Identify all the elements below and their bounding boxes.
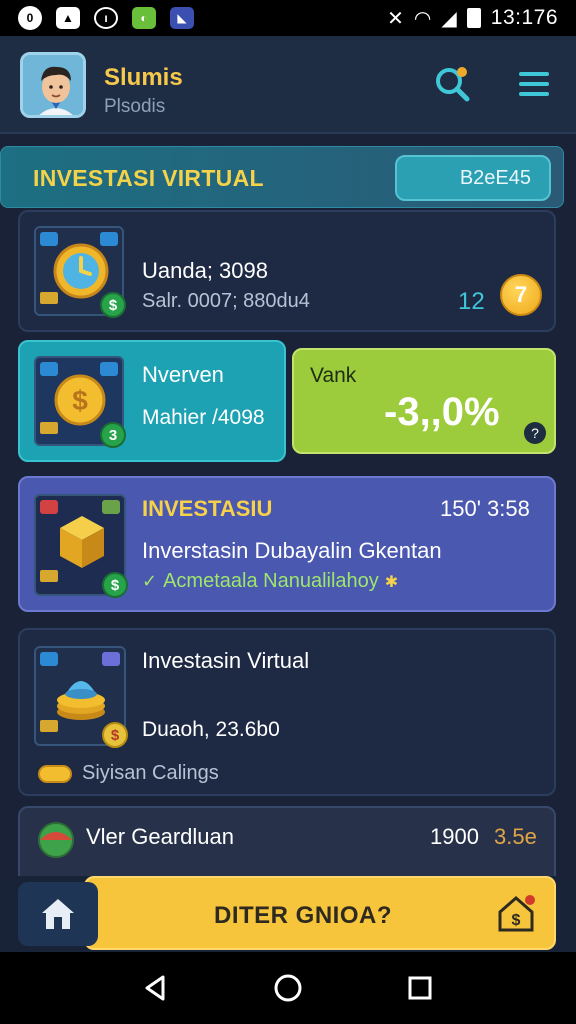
yield-card[interactable]: Vank -3,,0% ? [292,348,556,454]
card1-thumbnail: $ [34,226,126,318]
card2-thumb-mini [40,422,58,434]
coin-stack-icon [57,681,105,720]
card4-note: ✓ Acmetaala Nanualilahoy ✱ [142,570,398,593]
card1-subtitle: Salr. 0007; 880du4 [142,290,310,312]
avatar[interactable] [20,52,86,118]
recents-square-icon [408,976,432,1000]
card4-badge: $ [102,572,128,598]
card6-value: 1900 [430,824,479,849]
coins-icon [38,764,72,783]
card2-title: Nverven [142,362,224,387]
card5-footer: Siyisan Calings [38,762,219,785]
app-header: Slumis Plsodis [0,36,576,134]
app-icon-green: ◐ [132,7,156,29]
card1-thumb-mini [40,292,58,304]
card5-footer-text: Siyisan Calings [82,762,219,784]
svg-text:$: $ [512,912,521,929]
battery-icon [466,8,481,28]
section-banner: INVESTASI VIRTUAL B2eE45 [0,146,564,208]
card4-meta: 150' 3:58 [440,496,530,521]
search-button[interactable] [430,62,474,106]
globe-icon [38,822,74,858]
signal-icon: ◢ [441,7,457,30]
yield-value: -3,,0% [384,390,500,434]
investment-card-6[interactable]: Vler Geardluan 1900 3.5e [18,806,556,886]
wifi-icon: ◠ [413,7,432,30]
cta-label: DITER GNIOA? [214,902,392,929]
home-icon [42,899,74,929]
search-icon [436,67,470,102]
system-status: ✕ ◠ ◢ 13:176 [387,6,558,31]
home-nav-button[interactable] [268,968,308,1008]
menu-button[interactable] [512,64,556,104]
notification-badge-icon: 0 [18,6,42,30]
house-dollar-icon: $ [498,895,535,932]
primary-cta-button[interactable]: DITER GNIOA? $ [84,876,556,950]
bottom-action-bar: DITER GNIOA? $ [0,876,576,952]
notification-icons: 0 ▲ ı ◐ ◣ [18,6,194,30]
home-button[interactable] [18,882,98,946]
app-icon-blue: ◣ [170,7,194,29]
gold-block-icon [60,516,104,568]
back-button[interactable] [136,968,176,1008]
card2-badge: 3 [100,422,126,448]
card2-subtitle: Mahier /4098 [142,406,265,429]
card5-subtitle: Duaoh, 23.6b0 [142,718,280,741]
card4-note-text: Acmetaala Nanualilahoy [163,570,379,592]
hamburger-menu-icon [519,72,549,96]
clock-time: 13:176 [490,6,558,29]
card6-extra: 3.5e [494,824,537,849]
user-name: Slumis [104,64,183,91]
card1-title: Uanda; 3098 [142,258,268,283]
card1-dollar-badge: $ [100,292,126,318]
card5-thumbnail: $ [34,646,128,748]
card1-coin-badge: 7 [500,274,542,316]
checkmark-icon: ✓ [142,571,158,591]
user-subtitle: Plsodis [104,96,166,117]
investment-card-4[interactable]: $ INVESTASIU 150' 3:58 Inverstasin Dubay… [18,476,556,612]
clock-icon: ı [94,7,118,29]
card4-subtitle: Inverstasin Dubayalin Gkentan [142,538,442,563]
home-circle-icon [274,974,302,1002]
svg-text:$: $ [72,385,88,416]
card4-thumbnail: $ [34,494,128,598]
system-navigation-bar [0,952,576,1024]
investment-card-1[interactable]: $ Uanda; 3098 Salr. 0007; 880du4 12 7 [18,210,556,332]
banner-title: INVESTASI VIRTUAL [33,165,264,191]
card1-count: 12 [458,288,485,315]
investment-card-2[interactable]: $ 3 Nverven Mahier /4098 [18,340,286,462]
card5-badge: $ [102,722,128,748]
card6-title: Vler Geardluan [86,824,234,849]
card5-title: Investasin Virtual [142,648,310,673]
card2-thumbnail: $ 3 [34,356,126,448]
status-bar: 0 ▲ ı ◐ ◣ ✕ ◠ ◢ 13:176 [0,0,576,36]
banner-action-button[interactable]: B2eE45 [395,155,551,201]
help-icon[interactable]: ? [524,422,546,444]
card5-thumb-mini [40,720,58,732]
card4-thumb-mini [40,570,58,582]
card4-title: INVESTASIU [142,496,273,521]
back-triangle-icon [145,975,165,1001]
investment-card-5[interactable]: $ Investasin Virtual Duaoh, 23.6b0 Siyis… [18,628,556,796]
recents-button[interactable] [400,968,440,1008]
avatar-image [23,55,83,115]
yield-label: Vank [310,364,357,387]
mute-icon: ✕ [387,7,404,30]
star-icon: ✱ [384,573,399,591]
image-icon: ▲ [56,7,80,29]
